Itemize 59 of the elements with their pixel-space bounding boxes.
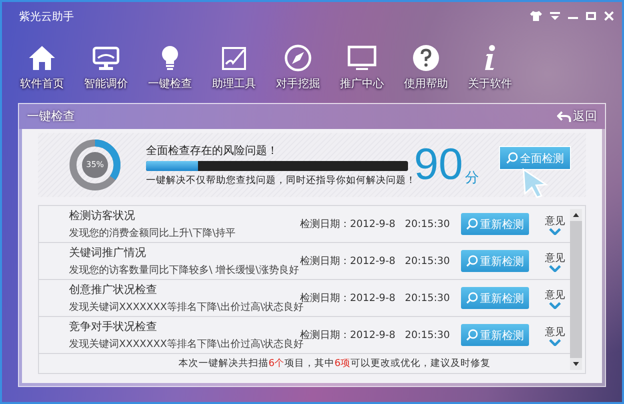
progress-ring <box>68 138 122 192</box>
home-icon <box>27 44 57 72</box>
nav-button[interactable]: 对手挖掘 <box>266 44 330 94</box>
compass-icon <box>283 44 313 72</box>
full-check-button[interactable]: 全面检测 <box>498 146 571 170</box>
screen-icon <box>347 44 377 72</box>
score: 90 分 <box>414 143 479 187</box>
nav-button[interactable]: 使用帮助 <box>394 44 458 94</box>
chevron-down-icon <box>549 338 561 346</box>
search-icon <box>466 292 478 304</box>
opinion-toggle[interactable]: 意见 <box>545 250 565 272</box>
back-button[interactable]: 返回 <box>557 108 597 125</box>
nav-button[interactable]: 推广中心 <box>330 44 394 94</box>
check-title: 检测访客状况 <box>69 208 136 223</box>
chevron-down-icon <box>549 228 561 234</box>
nav-button[interactable]: 一键检查 <box>138 44 202 94</box>
scroll-up-icon[interactable] <box>570 209 582 221</box>
check-date: 检测日期：2012-9-8 20:15:30 <box>300 328 451 341</box>
recheck-button[interactable]: 重新检测 <box>461 324 529 346</box>
recheck-button[interactable]: 重新检测 <box>461 213 529 235</box>
search-icon <box>466 218 478 230</box>
nav-button[interactable]: 助理工具 <box>202 44 266 94</box>
help-icon <box>411 44 441 72</box>
check-title: 关键词推广情况 <box>69 245 147 260</box>
check-title: 创意推广状况检查 <box>69 282 158 297</box>
drawing-pad-icon <box>219 44 249 72</box>
recheck-button[interactable]: 重新检测 <box>461 287 529 309</box>
chevron-down-icon <box>549 264 561 272</box>
back-arrow-icon <box>557 110 571 122</box>
search-icon <box>466 329 478 341</box>
nav-button[interactable]: 关于软件 <box>458 44 522 94</box>
check-description: 发现您的消费金额同比上升\下降\持平 <box>69 226 237 240</box>
progress-percent: 35% <box>85 160 105 170</box>
check-description: 发现您的访客数量同比下降较多\ 增长缓慢\涨势良好 <box>69 264 300 277</box>
dropdown-icon[interactable] <box>550 12 560 20</box>
maximize-icon[interactable] <box>586 12 596 20</box>
check-date: 检测日期：2012-9-8 20:15:30 <box>300 292 451 304</box>
nav-button[interactable]: 软件首页 <box>10 44 74 94</box>
scan-summary: 本次一键解决共扫描6个项目，其中 6项可以更改或优化，建议及时修复 <box>178 357 491 370</box>
search-icon <box>506 152 518 164</box>
panel-title: 一键检查 <box>27 108 76 125</box>
scroll-down-icon[interactable] <box>570 358 582 370</box>
opinion-toggle[interactable]: 意见 <box>545 288 565 308</box>
search-icon <box>466 255 478 267</box>
risk-headline: 全面检查存在的风险问题！ <box>146 143 279 158</box>
cursor-arrow-icon <box>522 168 549 198</box>
chevron-down-icon <box>549 302 561 308</box>
monitor-icon <box>91 44 121 72</box>
shirt-icon[interactable] <box>530 11 542 21</box>
check-date: 检测日期：2012-9-8 20:15:30 <box>300 254 451 268</box>
recheck-button[interactable]: 重新检测 <box>461 250 529 272</box>
nav-button[interactable]: 智能调价 <box>74 44 138 94</box>
scrollbar[interactable] <box>570 209 582 370</box>
window-title: 紫光云助手 <box>19 8 75 24</box>
opinion-toggle[interactable]: 意见 <box>545 324 565 346</box>
check-title: 竞争对手状况检查 <box>69 319 158 334</box>
check-date: 检测日期：2012-9-8 20:15:30 <box>300 218 451 231</box>
close-icon[interactable] <box>604 11 614 21</box>
opinion-toggle[interactable]: 意见 <box>545 214 565 234</box>
